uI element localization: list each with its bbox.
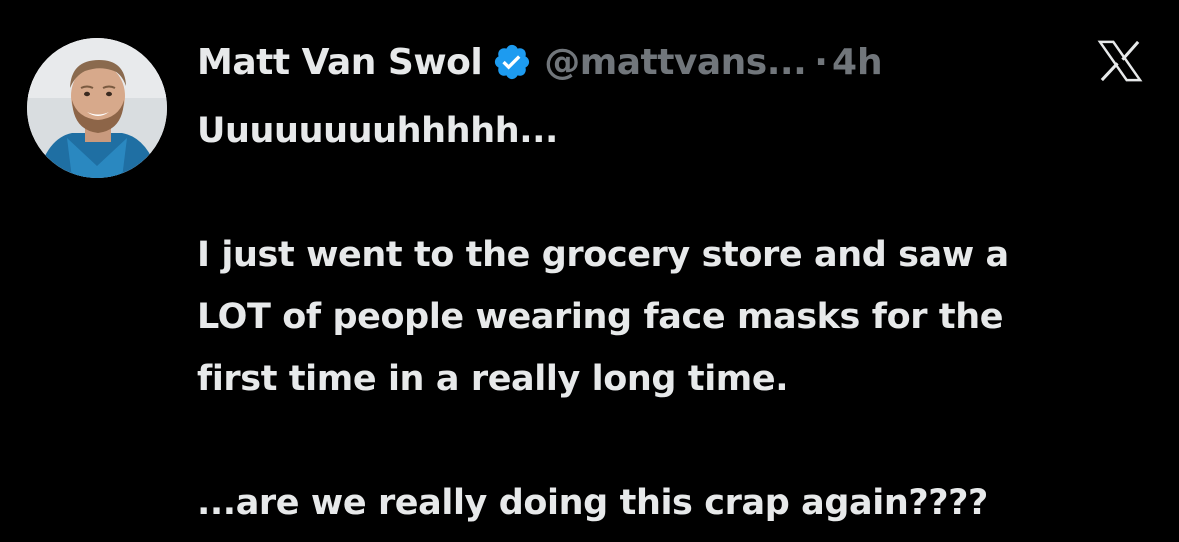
author-name[interactable]: Matt Van Swol: [197, 42, 483, 83]
avatar[interactable]: [27, 38, 167, 178]
x-logo-icon: [1097, 40, 1143, 82]
tweet-text: Uuuuuuuuhhhhh... I just went to the groc…: [197, 100, 1157, 534]
tweet-header: Matt Van Swol @mattvans... · 4h: [197, 38, 883, 86]
separator-dot: ·: [814, 41, 828, 83]
avatar-photo: [27, 38, 167, 178]
tweet-text-line: first time in a really long time.: [197, 359, 789, 399]
tweet-text-blank: [197, 410, 1157, 472]
timestamp[interactable]: 4h: [832, 42, 883, 83]
tweet-text-line: LOT of people wearing face masks for the: [197, 297, 1004, 337]
tweet-text-line: ...are we really doing this crap again??…: [197, 483, 988, 523]
author-handle[interactable]: @mattvans...: [544, 42, 807, 83]
tweet-card: Matt Van Swol @mattvans... · 4h Uuuuuuuu…: [0, 0, 1179, 542]
tweet-text-line: I just went to the grocery store and saw…: [197, 235, 1009, 275]
tweet-text-line: Uuuuuuuuhhhhh...: [197, 111, 558, 151]
verified-badge-icon: [492, 42, 532, 82]
tweet-text-blank: [197, 162, 1157, 224]
